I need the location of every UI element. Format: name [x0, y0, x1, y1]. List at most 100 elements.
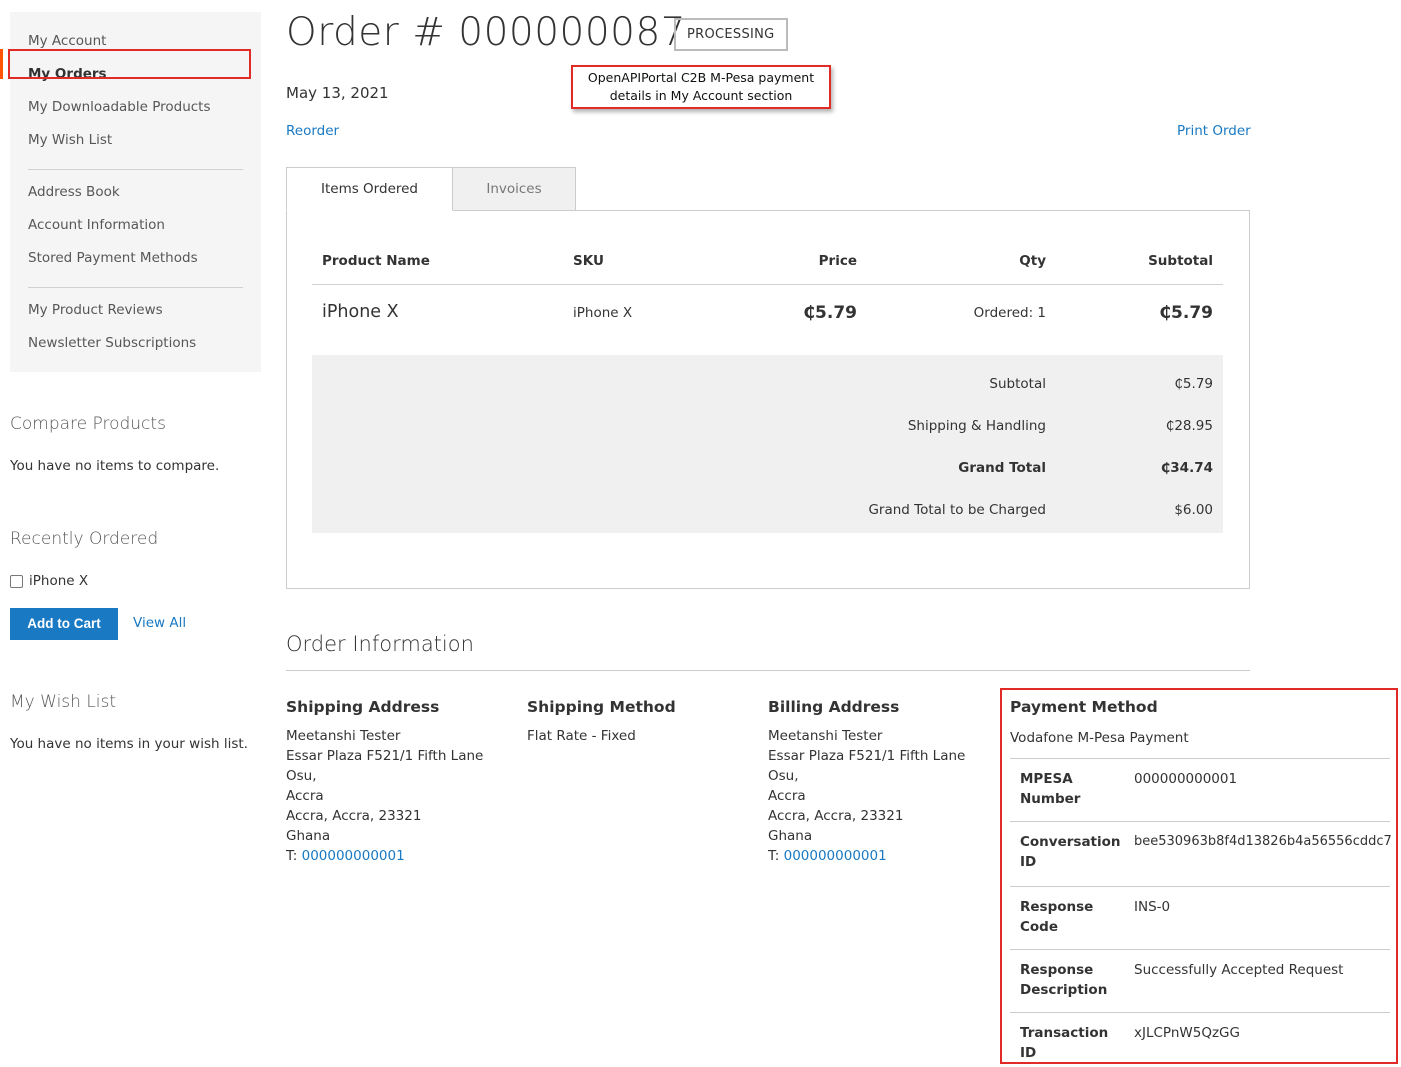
- col-header-sku: SKU: [573, 253, 604, 269]
- key-line: ID: [1020, 1045, 1037, 1061]
- nav-item-wish-list[interactable]: My Wish List: [10, 128, 261, 161]
- key-line: Transaction: [1020, 1025, 1109, 1041]
- table-header-rule: [312, 284, 1223, 285]
- payment-detail-key: Response Code: [1020, 897, 1120, 937]
- nav-label: My Account: [28, 33, 107, 49]
- annotation-highlight-box: [8, 49, 251, 79]
- nav-item-account-information[interactable]: Account Information: [10, 213, 261, 246]
- shipping-address-block: Shipping Address Meetanshi Tester Essar …: [286, 697, 516, 866]
- payment-detail-value: xJLCPnW5QzGG: [1134, 1025, 1240, 1041]
- payment-detail-key: MPESA Number: [1020, 769, 1120, 809]
- shipping-address-title: Shipping Address: [286, 698, 440, 716]
- section-divider: [286, 670, 1250, 671]
- key-line: Response: [1020, 899, 1094, 915]
- compare-empty-text: You have no items to compare.: [10, 458, 220, 474]
- order-information-title: Order Information: [286, 632, 474, 656]
- nav-label: Account Information: [28, 217, 165, 233]
- address-city: Accra, Accra, 23321: [286, 808, 422, 824]
- payment-detail-key: Transaction ID: [1020, 1023, 1120, 1063]
- shipping-method-title: Shipping Method: [527, 698, 676, 716]
- status-badge: PROCESSING: [674, 18, 788, 51]
- nav-label: My Downloadable Products: [28, 99, 211, 115]
- address-street: Essar Plaza F521/1 Fifth Lane Osu,: [768, 748, 966, 784]
- address-phone-line: T: 000000000001: [768, 846, 998, 866]
- nav-label: Newsletter Subscriptions: [28, 335, 197, 351]
- address-name: Meetanshi Tester: [286, 728, 401, 744]
- nav-current-indicator: [0, 49, 3, 79]
- annotation-callout: OpenAPIPortal C2B M-Pesa payment details…: [571, 65, 831, 109]
- recent-item-checkbox[interactable]: [10, 574, 23, 588]
- payment-method-block: Payment Method Vodafone M-Pesa Payment M…: [1000, 688, 1398, 1064]
- address-phone-line: T: 000000000001: [286, 846, 516, 866]
- col-header-price: Price: [818, 253, 857, 269]
- nav-divider: [28, 169, 243, 170]
- key-line: MPESA: [1020, 771, 1073, 787]
- address-street: Essar Plaza F521/1 Fifth Lane Osu,: [286, 748, 484, 784]
- phone-prefix: T:: [286, 848, 298, 864]
- tab-items-ordered[interactable]: Items Ordered: [286, 167, 453, 211]
- compare-title: Compare Products: [10, 414, 166, 434]
- nav-divider: [28, 287, 243, 288]
- item-subtotal: ₵5.79: [1159, 303, 1213, 323]
- payment-detail-value: bee530963b8f4d13826b4a56556cddc7: [1134, 834, 1392, 849]
- nav-item-downloadable-products[interactable]: My Downloadable Products: [10, 95, 261, 128]
- phone-link[interactable]: 000000000001: [784, 848, 887, 864]
- address-line2: Accra: [286, 788, 324, 804]
- nav-label: My Product Reviews: [28, 302, 163, 318]
- key-line: Code: [1020, 919, 1059, 935]
- col-header-qty: Qty: [1019, 253, 1046, 269]
- payment-detail-value: Successfully Accepted Request: [1134, 962, 1344, 978]
- nav-item-newsletter[interactable]: Newsletter Subscriptions: [10, 331, 261, 364]
- key-line: ID: [1020, 854, 1037, 870]
- key-line: Description: [1020, 982, 1108, 998]
- phone-prefix: T:: [768, 848, 780, 864]
- key-line: Number: [1020, 791, 1081, 807]
- address-line2: Accra: [768, 788, 806, 804]
- address-name: Meetanshi Tester: [768, 728, 883, 744]
- order-date: May 13, 2021: [286, 84, 389, 102]
- address-country: Ghana: [768, 828, 813, 844]
- wishlist-empty-text: You have no items in your wish list.: [10, 736, 248, 752]
- phone-link[interactable]: 000000000001: [302, 848, 405, 864]
- payment-detail-row: Response Code INS-0: [1010, 886, 1390, 949]
- payment-detail-value: 000000000001: [1134, 771, 1238, 787]
- item-sku: iPhone X: [573, 305, 633, 321]
- shipping-method-block: Shipping Method Flat Rate - Fixed: [527, 697, 757, 746]
- payment-detail-row: Transaction ID xJLCPnW5QzGG: [1010, 1012, 1390, 1062]
- callout-line: details in My Account section: [609, 88, 793, 103]
- recently-ordered-title: Recently Ordered: [10, 529, 159, 549]
- billing-address-block: Billing Address Meetanshi Tester Essar P…: [768, 697, 998, 866]
- nav-label: My Wish List: [28, 132, 113, 148]
- totals-charged-value: $6.00: [1174, 502, 1213, 518]
- nav-label: Address Book: [28, 184, 120, 200]
- payment-method-name: Vodafone M-Pesa Payment: [1010, 730, 1189, 746]
- payment-detail-key: Response Description: [1020, 960, 1120, 1000]
- nav-item-product-reviews[interactable]: My Product Reviews: [10, 298, 261, 331]
- nav-label: Stored Payment Methods: [28, 250, 198, 266]
- address-city: Accra, Accra, 23321: [768, 808, 904, 824]
- recent-item: iPhone X: [10, 573, 88, 589]
- recent-item-name: iPhone X: [29, 573, 89, 589]
- order-totals: [312, 355, 1223, 533]
- view-all-link[interactable]: View All: [133, 615, 186, 631]
- nav-item-address-book[interactable]: Address Book: [10, 180, 261, 213]
- totals-shipping-label: Shipping & Handling: [907, 418, 1046, 434]
- item-price: ₵5.79: [803, 303, 857, 323]
- payment-detail-key: Conversation ID: [1020, 832, 1121, 872]
- totals-grand-total-value: ₵34.74: [1160, 460, 1213, 476]
- item-qty: Ordered: 1: [973, 305, 1046, 321]
- col-header-subtotal: Subtotal: [1148, 253, 1213, 269]
- col-header-product: Product Name: [322, 253, 430, 269]
- tab-invoices[interactable]: Invoices: [452, 167, 576, 211]
- reorder-link[interactable]: Reorder: [286, 123, 339, 139]
- wishlist-title: My Wish List: [10, 692, 117, 712]
- page-title: Order # 000000087: [286, 10, 687, 55]
- add-to-cart-button[interactable]: Add to Cart: [10, 608, 118, 640]
- nav-item-stored-payment-methods[interactable]: Stored Payment Methods: [10, 246, 261, 279]
- payment-detail-value: INS-0: [1134, 899, 1171, 915]
- billing-address-title: Billing Address: [768, 698, 900, 716]
- totals-subtotal-value: ₵5.79: [1174, 376, 1213, 392]
- print-order-link[interactable]: Print Order: [1177, 123, 1251, 139]
- payment-detail-row: MPESA Number 000000000001: [1010, 758, 1390, 821]
- shipping-method-value: Flat Rate - Fixed: [527, 728, 636, 744]
